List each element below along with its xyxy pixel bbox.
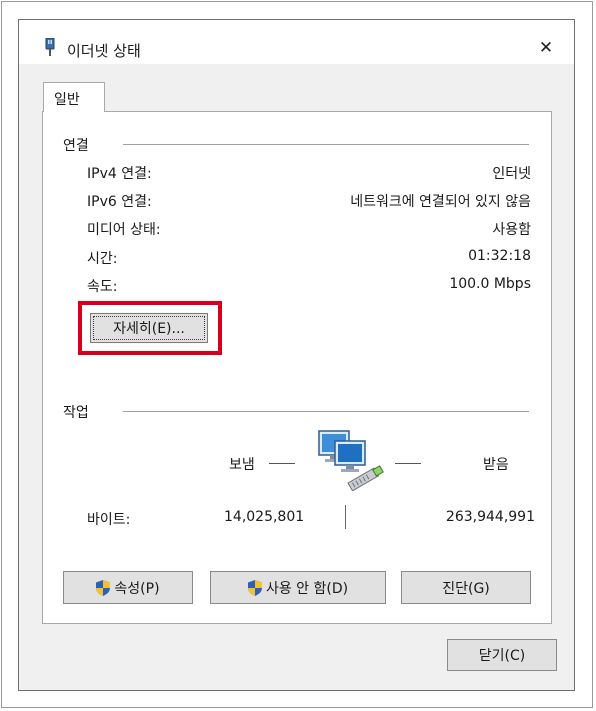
received-label: 받음	[483, 457, 509, 473]
ethernet-plug-icon	[44, 37, 56, 60]
diagnose-button-label: 진단(G)	[442, 580, 490, 597]
ipv4-label: IPv4 연결:	[87, 166, 152, 182]
bytes-sent-value: 14,025,801	[224, 509, 305, 525]
close-window-button[interactable]: ✕	[529, 34, 563, 62]
close-icon: ✕	[538, 38, 554, 58]
activity-divider	[123, 411, 529, 412]
bytes-received-value: 263,944,991	[445, 509, 535, 525]
general-panel: 연결 IPv4 연결: 인터넷 IPv6 연결: 네트워크에 연결되어 있지 않…	[42, 111, 552, 624]
activity-heading: 작업	[63, 405, 89, 421]
uac-shield-icon	[247, 579, 262, 596]
ipv6-label: IPv6 연결:	[87, 194, 152, 210]
window-title: 이더넷 상태	[67, 42, 141, 60]
connection-heading: 연결	[63, 138, 89, 154]
ethernet-status-dialog: 이더넷 상태 ✕ 일반 연결 IPv4 연결: 인터넷 IPv6 연결: 네트워…	[18, 19, 575, 691]
sent-label: 보냄	[229, 457, 255, 473]
properties-button-label: 속성(P)	[114, 580, 160, 597]
duration-value: 01:32:18	[468, 248, 531, 264]
connection-divider	[123, 144, 529, 145]
details-button-label: 자세히(E)...	[113, 321, 185, 337]
disable-button-label: 사용 안 함(D)	[265, 580, 349, 597]
close-button[interactable]: 닫기(C)	[447, 639, 557, 671]
details-button[interactable]: 자세히(E)...	[90, 313, 208, 343]
bytes-label: 바이트:	[87, 512, 131, 528]
disable-button[interactable]: 사용 안 함(D)	[210, 571, 386, 604]
speed-label: 속도:	[87, 279, 118, 295]
properties-button[interactable]: 속성(P)	[63, 571, 193, 604]
bytes-divider	[345, 505, 346, 529]
ipv6-value: 네트워크에 연결되어 있지 않음	[350, 194, 531, 210]
title-bar: 이더넷 상태 ✕	[19, 20, 574, 64]
close-button-label: 닫기(C)	[478, 648, 526, 664]
ipv4-value: 인터넷	[492, 166, 531, 182]
tab-general[interactable]: 일반	[43, 82, 105, 112]
media-status-value: 사용함	[492, 222, 531, 238]
received-connector-line	[395, 463, 421, 464]
network-computers-icon	[318, 429, 396, 495]
uac-shield-icon	[96, 579, 111, 596]
diagnose-button[interactable]: 진단(G)	[401, 571, 531, 604]
tab-general-label: 일반	[54, 92, 80, 108]
duration-label: 시간:	[87, 251, 118, 267]
sent-connector-line	[269, 463, 295, 464]
media-status-label: 미디어 상태:	[87, 222, 161, 238]
speed-value: 100.0 Mbps	[449, 276, 531, 292]
